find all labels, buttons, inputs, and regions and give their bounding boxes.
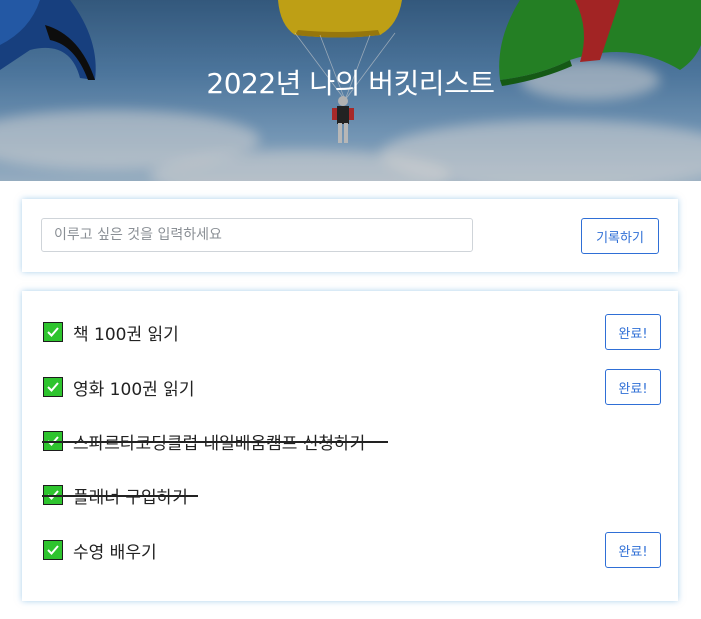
bucket-list-card: 책 100권 읽기 완료! 영화 100권 읽기 완료! 스파르타코딩클럽 내일… — [22, 291, 678, 601]
check-box-icon — [43, 322, 63, 342]
header-banner: 2022년 나의 버킷리스트 — [0, 0, 701, 181]
done-button[interactable]: 완료! — [605, 314, 661, 350]
list-item-label: 영화 100권 읽기 — [73, 380, 195, 400]
wish-input[interactable] — [41, 218, 473, 252]
input-card: 기록하기 — [22, 199, 678, 272]
list-item-label: 책 100권 읽기 — [73, 325, 179, 345]
done-button[interactable]: 완료! — [605, 532, 661, 568]
strikethrough-line — [42, 495, 198, 497]
list-item-label: 수영 배우기 — [73, 543, 157, 563]
list-item-done: 플래너 구입하기 — [42, 477, 660, 513]
check-box-icon — [43, 377, 63, 397]
record-button[interactable]: 기록하기 — [581, 218, 659, 254]
page-title: 2022년 나의 버킷리스트 — [206, 67, 495, 100]
list-item: 책 100권 읽기 완료! — [42, 314, 661, 350]
done-button[interactable]: 완료! — [605, 369, 661, 405]
list-item: 수영 배우기 완료! — [42, 532, 661, 568]
list-item: 영화 100권 읽기 완료! — [42, 369, 661, 405]
strikethrough-line — [42, 441, 388, 443]
list-item-done: 스파르타코딩클럽 내일배움캠프 신청하기 — [42, 423, 660, 459]
check-box-icon — [43, 540, 63, 560]
